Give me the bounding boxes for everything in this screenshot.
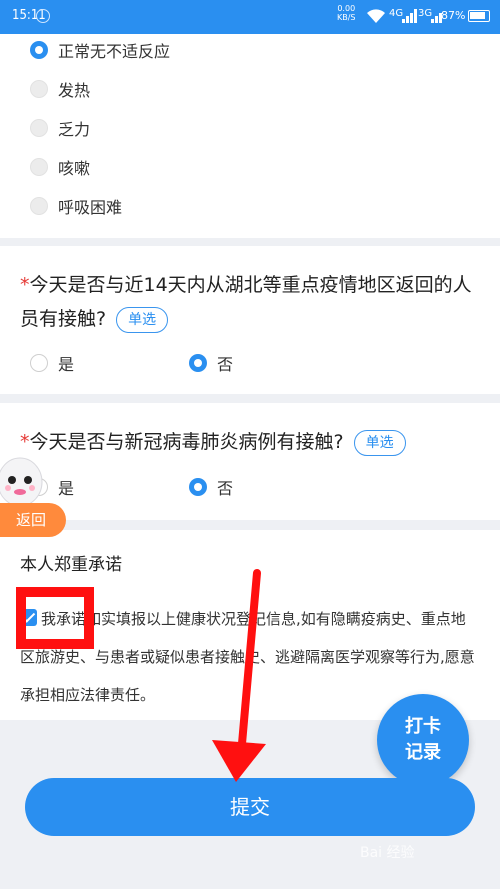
radio-icon [30,158,48,176]
radio-icon [30,354,48,372]
radio-selected-icon [30,41,48,59]
question-text: 今天是否与近14天内从湖北等重点疫情地区返回的人员有接触? [20,274,472,330]
question-title: *今天是否与近14天内从湖北等重点疫情地区返回的人员有接触? 单选 [20,268,480,336]
single-choice-tag: 单选 [116,306,169,333]
speed-value: 0.00 [337,4,356,13]
radio-selected-icon [189,478,207,496]
option-label: 否 [217,479,234,498]
question-card-hubei: *今天是否与近14天内从湖北等重点疫情地区返回的人员有接触? 单选 是 否 [0,246,500,394]
punch-record-line1: 打卡 [405,716,441,737]
option-label: 咳嗽 [58,159,91,178]
symptom-option-breathing[interactable]: 呼吸困难 [30,194,122,218]
single-choice-tag: 单选 [353,429,406,456]
option-label: 是 [58,355,75,374]
symptom-card: 正常无不适反应 发热 乏力 咳嗽 呼吸困难 [0,34,500,238]
punch-record-line2: 记录 [405,742,441,763]
radio-selected-icon [189,354,207,372]
symptom-option-fatigue[interactable]: 乏力 [30,116,90,140]
option-label: 乏力 [58,120,91,139]
option-label: 呼吸困难 [58,198,123,217]
symptom-option-normal[interactable]: 正常无不适反应 [30,38,170,62]
option-label: 是 [58,479,75,498]
symptom-option-fever[interactable]: 发热 [30,77,90,101]
battery-percent: 87% [441,9,466,22]
option-label: 正常无不适反应 [58,42,171,61]
answer-no[interactable]: 否 [189,475,233,499]
pledge-title: 本人郑重承诺 [20,555,122,575]
speed-unit: KB/S [337,13,356,22]
battery-icon [468,10,490,22]
radio-icon [30,119,48,137]
wifi-icon [367,9,385,23]
network-4g: 4G [389,8,404,19]
answer-yes[interactable]: 是 [30,351,74,375]
notification-icon [36,9,50,23]
back-button[interactable]: 返回 [0,503,66,537]
option-label: 发热 [58,81,91,100]
network-3g: 3G [418,8,433,19]
radio-icon [30,197,48,215]
annotation-highlight-box [16,587,94,649]
network-speed: 0.00 KB/S [337,4,356,22]
radio-icon [30,80,48,98]
answer-no[interactable]: 否 [189,351,233,375]
symptom-option-cough[interactable]: 咳嗽 [30,155,90,179]
signal-icon [402,9,417,23]
option-label: 否 [217,355,234,374]
question-title: *今天是否与新冠病毒肺炎病例有接触? 单选 [20,425,480,459]
watermark: Bai 经验 [360,845,415,861]
punch-record-button[interactable]: 打卡 记录 [377,694,469,786]
question-text: 今天是否与新冠病毒肺炎病例有接触? [29,431,344,453]
required-mark: * [20,431,30,453]
question-card-covid: *今天是否与新冠病毒肺炎病例有接触? 单选 是 否 [0,403,500,520]
status-bar: 15:11 0.00 KB/S 4G 3G 87% [0,0,500,34]
submit-button[interactable]: 提交 [25,778,475,836]
required-mark: * [20,274,30,296]
